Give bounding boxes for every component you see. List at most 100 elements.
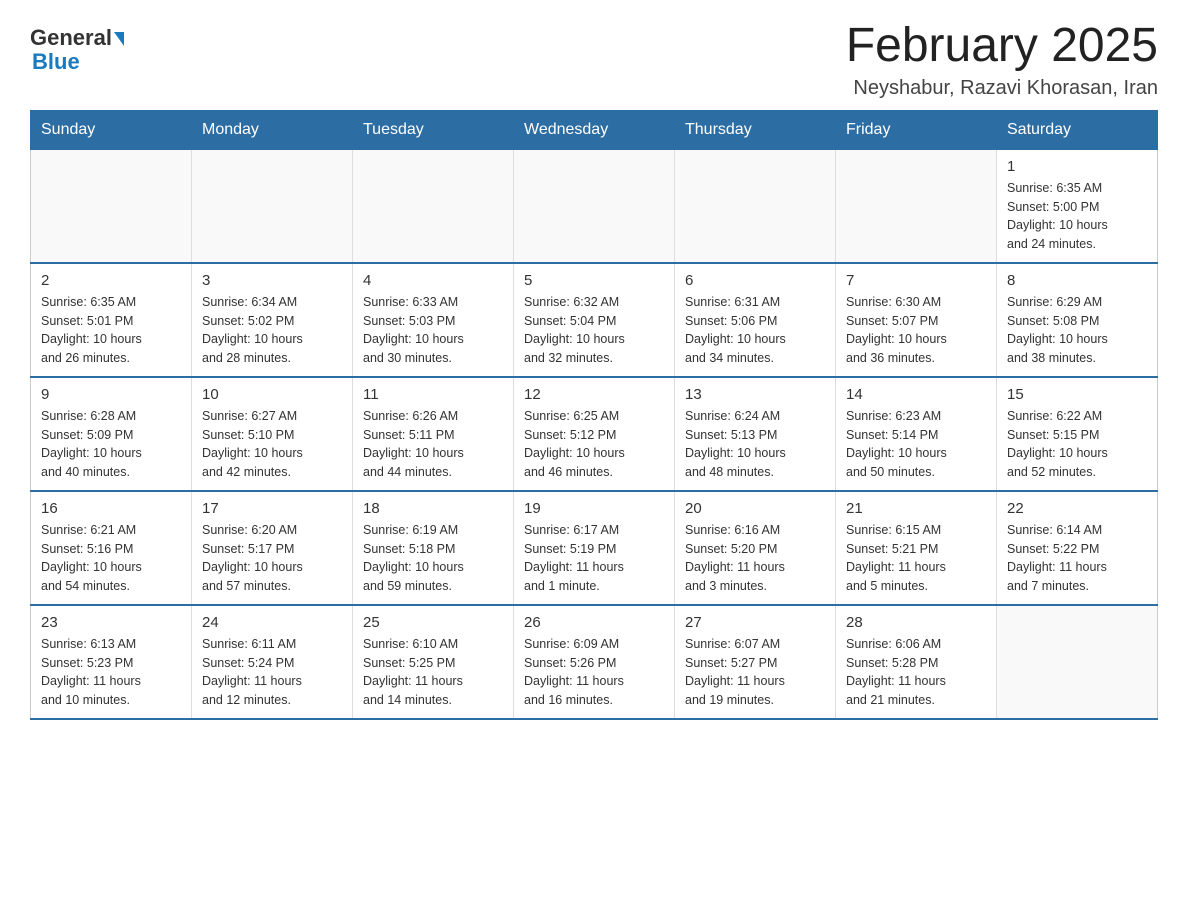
calendar-table: SundayMondayTuesdayWednesdayThursdayFrid… xyxy=(30,110,1158,720)
day-info: Sunrise: 6:10 AM Sunset: 5:25 PM Dayligh… xyxy=(363,635,503,710)
calendar-cell: 27 Sunrise: 6:07 AM Sunset: 5:27 PM Dayli… xyxy=(675,605,836,719)
day-number: 12 xyxy=(524,386,664,403)
calendar-cell: 23Sunrise: 6:13 AM Sunset: 5:23 PM Dayli… xyxy=(31,605,192,719)
calendar-cell: 8 Sunrise: 6:29 AM Sunset: 5:08 PM Daylig… xyxy=(997,263,1158,377)
calendar-cell: 3 Sunrise: 6:34 AM Sunset: 5:02 PM Daylig… xyxy=(192,263,353,377)
calendar-cell: 20 Sunrise: 6:16 AM Sunset: 5:20 PM Dayli… xyxy=(675,491,836,605)
day-number: 5 xyxy=(524,272,664,289)
calendar-cell: 16 Sunrise: 6:21 AM Sunset: 5:16 PM Dayli… xyxy=(31,491,192,605)
calendar-cell: 7 Sunrise: 6:30 AM Sunset: 5:07 PM Daylig… xyxy=(836,263,997,377)
calendar-cell: 25 Sunrise: 6:10 AM Sunset: 5:25 PM Dayli… xyxy=(353,605,514,719)
day-number: 3 xyxy=(202,272,342,289)
calendar-cell: 24Sunrise: 6:11 AM Sunset: 5:24 PM Dayli… xyxy=(192,605,353,719)
calendar-cell: 1 Sunrise: 6:35 AM Sunset: 5:00 PM Daylig… xyxy=(997,149,1158,263)
calendar-cell: 13 Sunrise: 6:24 AM Sunset: 5:13 PM Dayli… xyxy=(675,377,836,491)
day-number: 24 xyxy=(202,614,342,631)
day-info: Sunrise: 6:17 AM Sunset: 5:19 PM Dayligh… xyxy=(524,521,664,596)
day-info: Sunrise: 6:29 AM Sunset: 5:08 PM Dayligh… xyxy=(1007,293,1147,368)
weekday-header-wednesday: Wednesday xyxy=(514,110,675,149)
day-info: Sunrise: 6:32 AM Sunset: 5:04 PM Dayligh… xyxy=(524,293,664,368)
calendar-cell: 10 Sunrise: 6:27 AM Sunset: 5:10 PM Dayli… xyxy=(192,377,353,491)
calendar-cell: 19Sunrise: 6:17 AM Sunset: 5:19 PM Dayli… xyxy=(514,491,675,605)
calendar-week-row: 1 Sunrise: 6:35 AM Sunset: 5:00 PM Daylig… xyxy=(31,149,1158,263)
day-info: Sunrise: 6:34 AM Sunset: 5:02 PM Dayligh… xyxy=(202,293,342,368)
day-number: 17 xyxy=(202,500,342,517)
calendar-cell: 14Sunrise: 6:23 AM Sunset: 5:14 PM Dayli… xyxy=(836,377,997,491)
month-title: February 2025 xyxy=(846,20,1158,73)
calendar-header: SundayMondayTuesdayWednesdayThursdayFrid… xyxy=(31,110,1158,149)
day-number: 1 xyxy=(1007,158,1147,175)
location-subtitle: Neyshabur, Razavi Khorasan, Iran xyxy=(846,77,1158,100)
day-number: 13 xyxy=(685,386,825,403)
day-number: 28 xyxy=(846,614,986,631)
calendar-cell: 26 Sunrise: 6:09 AM Sunset: 5:26 PM Dayli… xyxy=(514,605,675,719)
day-info: Sunrise: 6:14 AM Sunset: 5:22 PM Dayligh… xyxy=(1007,521,1147,596)
day-info: Sunrise: 6:33 AM Sunset: 5:03 PM Dayligh… xyxy=(363,293,503,368)
title-section: February 2025 Neyshabur, Razavi Khorasan… xyxy=(846,20,1158,100)
day-number: 27 xyxy=(685,614,825,631)
weekday-header-saturday: Saturday xyxy=(997,110,1158,149)
day-info: Sunrise: 6:31 AM Sunset: 5:06 PM Dayligh… xyxy=(685,293,825,368)
logo-arrow-icon xyxy=(114,32,124,46)
day-number: 21 xyxy=(846,500,986,517)
day-number: 7 xyxy=(846,272,986,289)
calendar-cell xyxy=(997,605,1158,719)
day-info: Sunrise: 6:09 AM Sunset: 5:26 PM Dayligh… xyxy=(524,635,664,710)
calendar-cell: 22Sunrise: 6:14 AM Sunset: 5:22 PM Dayli… xyxy=(997,491,1158,605)
calendar-cell: 9 Sunrise: 6:28 AM Sunset: 5:09 PM Daylig… xyxy=(31,377,192,491)
day-number: 16 xyxy=(41,500,181,517)
day-number: 8 xyxy=(1007,272,1147,289)
calendar-cell: 28 Sunrise: 6:06 AM Sunset: 5:28 PM Dayli… xyxy=(836,605,997,719)
logo-blue-text: Blue xyxy=(32,49,80,75)
calendar-cell: 2 Sunrise: 6:35 AM Sunset: 5:01 PM Daylig… xyxy=(31,263,192,377)
day-number: 25 xyxy=(363,614,503,631)
day-number: 18 xyxy=(363,500,503,517)
weekday-header-row: SundayMondayTuesdayWednesdayThursdayFrid… xyxy=(31,110,1158,149)
day-info: Sunrise: 6:25 AM Sunset: 5:12 PM Dayligh… xyxy=(524,407,664,482)
day-number: 10 xyxy=(202,386,342,403)
day-info: Sunrise: 6:35 AM Sunset: 5:01 PM Dayligh… xyxy=(41,293,181,368)
calendar-cell: 6 Sunrise: 6:31 AM Sunset: 5:06 PM Daylig… xyxy=(675,263,836,377)
day-info: Sunrise: 6:24 AM Sunset: 5:13 PM Dayligh… xyxy=(685,407,825,482)
day-number: 6 xyxy=(685,272,825,289)
day-info: Sunrise: 6:16 AM Sunset: 5:20 PM Dayligh… xyxy=(685,521,825,596)
day-info: Sunrise: 6:15 AM Sunset: 5:21 PM Dayligh… xyxy=(846,521,986,596)
day-number: 2 xyxy=(41,272,181,289)
day-info: Sunrise: 6:23 AM Sunset: 5:14 PM Dayligh… xyxy=(846,407,986,482)
day-info: Sunrise: 6:20 AM Sunset: 5:17 PM Dayligh… xyxy=(202,521,342,596)
day-number: 26 xyxy=(524,614,664,631)
calendar-cell: 4 Sunrise: 6:33 AM Sunset: 5:03 PM Daylig… xyxy=(353,263,514,377)
calendar-cell xyxy=(31,149,192,263)
calendar-cell: 11 Sunrise: 6:26 AM Sunset: 5:11 PM Dayli… xyxy=(353,377,514,491)
logo-general-text: General xyxy=(30,25,112,51)
day-info: Sunrise: 6:30 AM Sunset: 5:07 PM Dayligh… xyxy=(846,293,986,368)
day-info: Sunrise: 6:06 AM Sunset: 5:28 PM Dayligh… xyxy=(846,635,986,710)
day-info: Sunrise: 6:28 AM Sunset: 5:09 PM Dayligh… xyxy=(41,407,181,482)
calendar-cell: 12 Sunrise: 6:25 AM Sunset: 5:12 PM Dayli… xyxy=(514,377,675,491)
day-number: 11 xyxy=(363,386,503,403)
day-info: Sunrise: 6:26 AM Sunset: 5:11 PM Dayligh… xyxy=(363,407,503,482)
calendar-cell xyxy=(514,149,675,263)
day-info: Sunrise: 6:13 AM Sunset: 5:23 PM Dayligh… xyxy=(41,635,181,710)
day-number: 9 xyxy=(41,386,181,403)
calendar-cell xyxy=(836,149,997,263)
day-info: Sunrise: 6:07 AM Sunset: 5:27 PM Dayligh… xyxy=(685,635,825,710)
calendar-cell: 18 Sunrise: 6:19 AM Sunset: 5:18 PM Dayli… xyxy=(353,491,514,605)
calendar-cell: 17 Sunrise: 6:20 AM Sunset: 5:17 PM Dayli… xyxy=(192,491,353,605)
calendar-week-row: 16 Sunrise: 6:21 AM Sunset: 5:16 PM Dayli… xyxy=(31,491,1158,605)
day-info: Sunrise: 6:35 AM Sunset: 5:00 PM Dayligh… xyxy=(1007,179,1147,254)
day-info: Sunrise: 6:27 AM Sunset: 5:10 PM Dayligh… xyxy=(202,407,342,482)
calendar-body: 1 Sunrise: 6:35 AM Sunset: 5:00 PM Daylig… xyxy=(31,149,1158,719)
day-info: Sunrise: 6:19 AM Sunset: 5:18 PM Dayligh… xyxy=(363,521,503,596)
weekday-header-sunday: Sunday xyxy=(31,110,192,149)
calendar-cell xyxy=(192,149,353,263)
calendar-week-row: 2 Sunrise: 6:35 AM Sunset: 5:01 PM Daylig… xyxy=(31,263,1158,377)
day-number: 4 xyxy=(363,272,503,289)
weekday-header-tuesday: Tuesday xyxy=(353,110,514,149)
day-info: Sunrise: 6:21 AM Sunset: 5:16 PM Dayligh… xyxy=(41,521,181,596)
logo: General Blue xyxy=(30,20,124,75)
day-number: 20 xyxy=(685,500,825,517)
calendar-cell xyxy=(353,149,514,263)
calendar-week-row: 9 Sunrise: 6:28 AM Sunset: 5:09 PM Daylig… xyxy=(31,377,1158,491)
calendar-cell: 5 Sunrise: 6:32 AM Sunset: 5:04 PM Daylig… xyxy=(514,263,675,377)
